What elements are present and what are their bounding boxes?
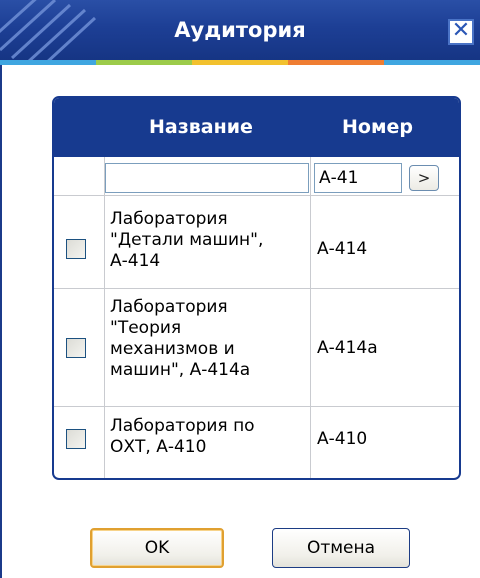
grid-divider [310,157,311,478]
row-number: А-410 [317,429,368,449]
row-checkbox[interactable] [66,338,86,358]
row-number: А-414 [317,239,368,259]
row-name-line: механизмов и [110,339,235,359]
number-filter-input[interactable]: А-41 [314,163,402,193]
row-name-line: ОХТ, А-410 [110,437,207,457]
grid-divider [54,406,459,407]
row-name-line: "Теория [110,318,182,338]
ok-button[interactable]: OK [90,528,224,568]
grid-divider [54,288,459,289]
row-checkbox[interactable] [66,429,86,449]
row-number: А-414а [317,338,378,358]
title-accent-strip [0,60,480,65]
grid-divider [54,195,459,196]
close-icon: ✕ [451,18,471,43]
grid-divider [104,157,105,478]
cancel-button[interactable]: Отмена [272,528,410,568]
column-header-number[interactable]: Номер [342,98,413,157]
row-name-line: Лаборатория [110,209,228,229]
row-name: Лаборатория "Теория механизмов и машин",… [110,297,250,381]
row-name-line: Лаборатория [110,297,228,317]
column-header-name[interactable]: Название [149,98,253,157]
row-name-line: машин", А-414а [110,360,251,380]
window-border [0,65,2,578]
title-bar: Аудитория ✕ [0,0,480,60]
filter-go-button[interactable]: > [409,165,439,191]
row-name-line: Лаборатория по [110,416,255,436]
name-filter-input[interactable] [105,163,309,193]
row-name-line: А-414 [110,251,161,271]
window-title: Аудитория [174,18,306,42]
row-name: Лаборатория по ОХТ, А-410 [110,416,255,458]
close-button[interactable]: ✕ [448,19,474,45]
room-grid: Название Номер А-41 > Лаборатория "Детал… [52,96,461,480]
row-checkbox[interactable] [66,239,86,259]
row-name: Лаборатория "Детали машин", А-414 [110,209,263,272]
grid-header: Название Номер [54,98,459,157]
row-name-line: "Детали машин", [110,230,264,250]
chevron-right-icon: > [417,169,431,187]
